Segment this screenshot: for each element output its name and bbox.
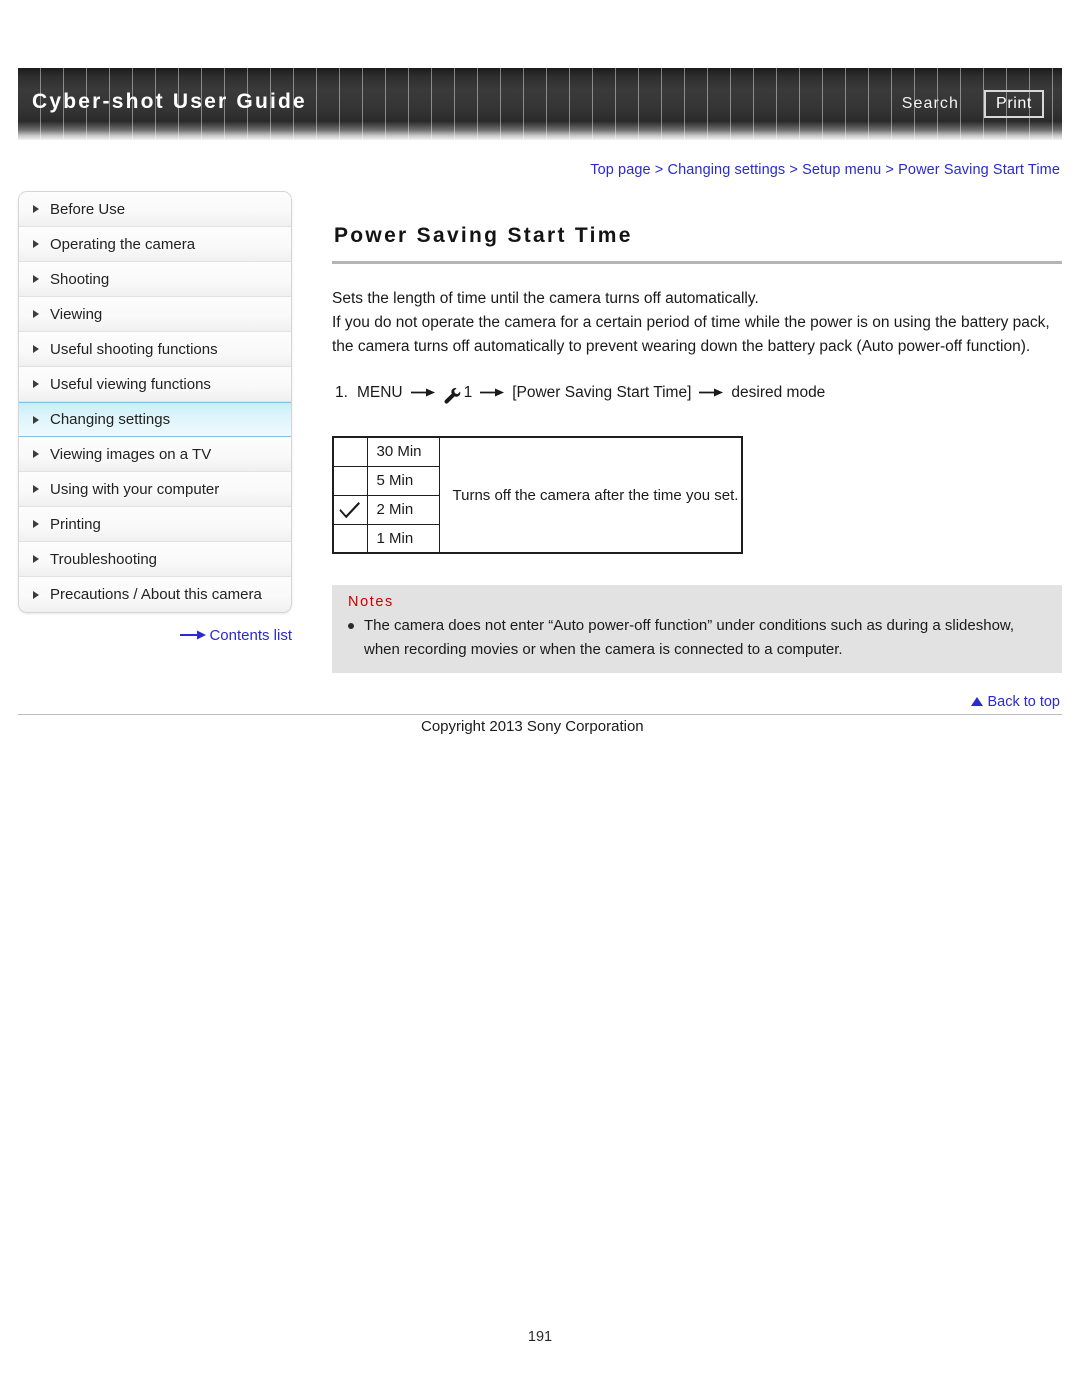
main-content: Power Saving Start Time Sets the length … — [332, 191, 1062, 673]
paragraph-1: Sets the length of time until the camera… — [332, 290, 759, 307]
table-row: 30 Min Turns off the camera after the ti… — [332, 436, 743, 554]
triangle-right-icon — [33, 590, 39, 599]
triangle-right-icon — [33, 485, 39, 493]
option-label: 2 Min — [366, 494, 440, 525]
title-divider — [332, 261, 1062, 264]
note-item: The camera does not enter “Auto power-of… — [348, 614, 1062, 662]
sidebar-item-using-with-your-computer[interactable]: Using with your computer — [19, 472, 291, 507]
site-title: Cyber-shot User Guide — [32, 90, 307, 113]
page-title: Power Saving Start Time — [334, 224, 633, 247]
sidebar-item-viewing-images-on-a-tv[interactable]: Viewing images on a TV — [19, 437, 291, 472]
sidebar-item-useful-shooting-functions[interactable]: Useful shooting functions — [19, 332, 291, 367]
sidebar-item-label: Precautions / About this camera — [50, 586, 262, 603]
back-to-top-link[interactable]: Back to top — [971, 694, 1060, 710]
triangle-right-icon — [33, 520, 39, 528]
sidebar-item-changing-settings[interactable]: Changing settings — [19, 402, 291, 437]
options-table: 30 Min Turns off the camera after the ti… — [332, 436, 743, 554]
sidebar-item-label: Operating the camera — [50, 235, 196, 253]
option-label: 1 Min — [366, 523, 440, 554]
triangle-right-icon — [33, 345, 39, 353]
search-button[interactable]: Search — [902, 95, 959, 113]
step-result-label: desired mode — [731, 384, 826, 401]
notes-heading: Notes — [348, 594, 394, 610]
triangle-right-icon — [33, 240, 39, 248]
site-header: Cyber-shot User Guide Search Print — [18, 68, 1062, 140]
sidebar-item-label: Changing settings — [50, 411, 171, 428]
notes-box: Notes The camera does not enter “Auto po… — [332, 585, 1062, 673]
triangle-right-icon — [33, 205, 39, 213]
triangle-right-icon — [33, 450, 39, 458]
note-text: The camera does not enter “Auto power-of… — [364, 617, 1015, 658]
checkmark-cell — [332, 523, 368, 554]
triangle-right-icon — [33, 380, 39, 388]
wrench-icon — [443, 387, 462, 406]
checkmark-cell — [332, 465, 368, 496]
arrow-right-icon — [410, 382, 435, 406]
sidebar-item-label: Viewing images on a TV — [50, 445, 212, 463]
step-tab-number: 1 — [463, 384, 473, 401]
step-item-label: [Power Saving Start Time] — [512, 384, 692, 401]
copyright-text: Copyright 2013 Sony Corporation — [421, 718, 644, 735]
triangle-right-icon — [33, 555, 39, 563]
sidebar-item-precautions-about-this-camera[interactable]: Precautions / About this camera — [19, 577, 291, 612]
breadcrumb[interactable]: Top page > Changing settings > Setup men… — [590, 162, 1060, 178]
arrow-right-icon — [180, 628, 207, 645]
sidebar-item-shooting[interactable]: Shooting — [19, 262, 291, 297]
triangle-right-icon — [33, 310, 39, 318]
triangle-up-icon — [971, 697, 984, 706]
bullet-icon — [348, 623, 354, 629]
print-button[interactable]: Print — [984, 90, 1044, 118]
checkmark-cell — [332, 494, 368, 525]
sidebar-item-before-use[interactable]: Before Use — [19, 192, 291, 227]
step-number: 1. — [335, 384, 348, 401]
checkmark-cell — [332, 436, 368, 467]
sidebar-item-label: Printing — [50, 515, 101, 533]
contents-list-link[interactable]: Contents list — [18, 627, 292, 645]
sidebar-item-label: Useful shooting functions — [50, 340, 218, 358]
triangle-right-icon — [33, 415, 39, 424]
sidebar-item-label: Using with your computer — [50, 480, 220, 498]
step-menu-label: MENU — [356, 384, 403, 401]
sidebar-item-viewing[interactable]: Viewing — [19, 297, 291, 332]
arrow-right-icon — [480, 382, 505, 406]
option-description: Turns off the camera after the time you … — [438, 436, 743, 554]
paragraph-2: If you do not operate the camera for a c… — [332, 314, 1050, 355]
arrow-right-icon — [699, 382, 724, 406]
sidebar-item-label: Before Use — [50, 200, 126, 218]
sidebar-item-label: Shooting — [50, 270, 110, 288]
sidebar-item-label: Viewing — [50, 305, 103, 323]
checkmark-icon — [339, 500, 361, 519]
back-to-top-label: Back to top — [987, 694, 1060, 710]
option-label: 30 Min — [366, 436, 440, 467]
sidebar-item-label: Useful viewing functions — [50, 375, 211, 393]
sidebar-item-useful-viewing-functions[interactable]: Useful viewing functions — [19, 367, 291, 402]
sidebar-item-printing[interactable]: Printing — [19, 507, 291, 542]
menu-path-step: 1. MENU 1 [Power Saving Start Time] desi… — [335, 381, 1062, 405]
intro-paragraphs: Sets the length of time until the camera… — [332, 287, 1062, 359]
footer-divider — [18, 714, 1062, 715]
sidebar-item-label: Troubleshooting — [50, 550, 158, 568]
triangle-right-icon — [33, 275, 39, 283]
page-number: 191 — [527, 1329, 553, 1345]
option-label: 5 Min — [366, 465, 440, 496]
sidebar-item-operating-the-camera[interactable]: Operating the camera — [19, 227, 291, 262]
sidebar-nav: Before Use Operating the camera Shooting… — [18, 191, 292, 613]
sidebar-item-troubleshooting[interactable]: Troubleshooting — [19, 542, 291, 577]
contents-list-label: Contents list — [209, 627, 292, 644]
